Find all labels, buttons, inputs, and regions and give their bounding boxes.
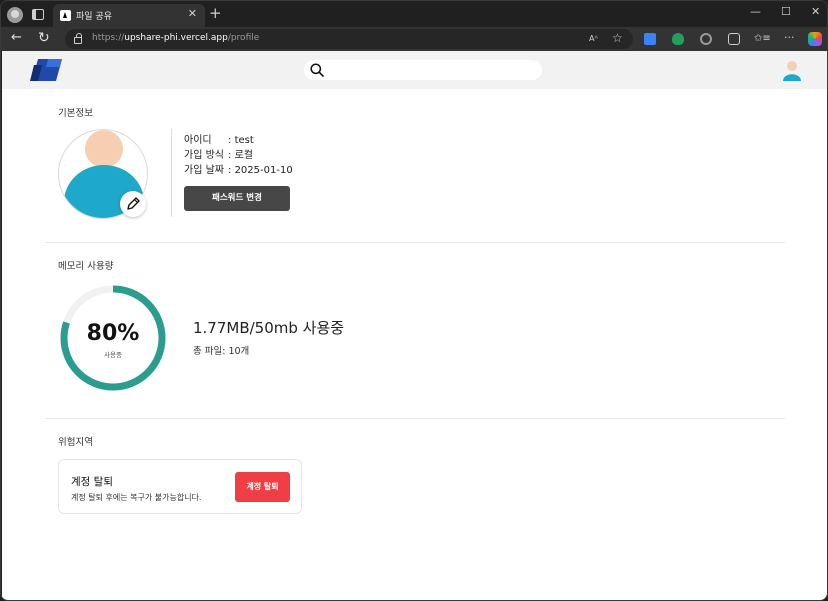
memory-percent-caption: 사용중 [104, 351, 122, 359]
minimize-icon[interactable]: — [750, 5, 761, 19]
browser-window: 파일 공유 ✕ + — ☐ ✕ ← ↻ https://upshare-phi.… [0, 0, 828, 601]
refresh-icon[interactable]: ↻ [38, 30, 50, 46]
maximize-icon[interactable]: ☐ [781, 5, 791, 19]
extensions-puzzle-icon[interactable] [728, 33, 740, 45]
search-icon[interactable] [310, 63, 324, 77]
tab-title: 파일 공유 [76, 12, 112, 22]
page-viewport: 기본정보 아이디: test 가입 방식: 로컬 가입 날짜: 2025-01-… [2, 51, 827, 600]
copilot-icon[interactable] [808, 32, 822, 46]
user-avatar-icon[interactable] [782, 59, 802, 81]
back-icon[interactable]: ← [11, 30, 22, 46]
favorite-star-icon[interactable]: ☆ [612, 31, 623, 45]
info-label: 아이디 [184, 135, 212, 146]
info-value: 2025-01-10 [234, 165, 293, 176]
delete-account-button[interactable]: 계정 탈퇴 [235, 472, 290, 502]
info-value: test [234, 135, 254, 146]
delete-account-title: 계정 탈퇴 [71, 476, 113, 488]
info-label: 가입 방식 [184, 150, 224, 161]
url-text[interactable]: https://upshare-phi.vercel.app/profile [92, 33, 259, 43]
site-logo-icon[interactable] [30, 59, 62, 81]
window-close-icon[interactable]: ✕ [811, 5, 820, 19]
info-value: 로컬 [234, 150, 253, 161]
search-input[interactable] [330, 62, 534, 78]
memory-percent: 80% [86, 321, 140, 346]
favorites-bar-icon[interactable]: ✩≡ [754, 32, 771, 46]
lock-icon [74, 33, 82, 44]
more-menu-icon[interactable]: ··· [784, 31, 795, 45]
browser-toolbar: ← ↻ https://upshare-phi.vercel.app/profi… [1, 27, 827, 51]
file-count-text: 총 파일: 10개 [193, 346, 250, 357]
danger-zone-title: 위험지역 [58, 437, 93, 448]
new-tab-icon[interactable]: + [209, 5, 222, 21]
browser-profile-icon[interactable] [7, 7, 23, 23]
extension-play-icon[interactable] [644, 33, 656, 45]
basic-info-title: 기본정보 [58, 108, 93, 119]
edit-avatar-button[interactable] [120, 191, 146, 217]
tab-active[interactable]: 파일 공유 ✕ [53, 4, 205, 27]
read-aloud-icon[interactable]: Aᴬ [589, 32, 598, 46]
info-row-signup-method: 가입 방식: 로컬 [184, 146, 253, 161]
delete-account-description: 계정 탈퇴 후에는 복구가 불가능합니다. [71, 493, 202, 502]
change-password-button[interactable]: 패스워드 변경 [184, 186, 290, 211]
site-header [2, 51, 827, 89]
memory-usage-text: 1.77MB/50mb 사용중 [193, 319, 345, 337]
tab-actions-icon[interactable] [32, 9, 44, 20]
info-divider [171, 129, 172, 217]
extension-circle-icon[interactable] [700, 33, 712, 45]
info-row-signup-date: 가입 날짜: 2025-01-10 [184, 161, 293, 176]
info-label: 가입 날짜 [184, 165, 224, 176]
address-bar[interactable]: https://upshare-phi.vercel.app/profile A… [65, 29, 633, 49]
tab-strip: 파일 공유 ✕ + — ☐ ✕ [1, 1, 827, 27]
tab-close-icon[interactable]: ✕ [188, 7, 197, 21]
info-row-id: 아이디: test [184, 131, 254, 146]
extension-shield-icon[interactable] [672, 33, 684, 45]
memory-title: 메모리 사용량 [58, 261, 114, 272]
delete-account-card: 계정 탈퇴 계정 탈퇴 후에는 복구가 불가능합니다. 계정 탈퇴 [58, 459, 302, 514]
pencil-icon [127, 197, 140, 210]
search-bar[interactable] [304, 60, 542, 80]
vercel-favicon-icon [60, 10, 71, 21]
section-divider [45, 418, 785, 419]
section-divider [45, 242, 785, 243]
